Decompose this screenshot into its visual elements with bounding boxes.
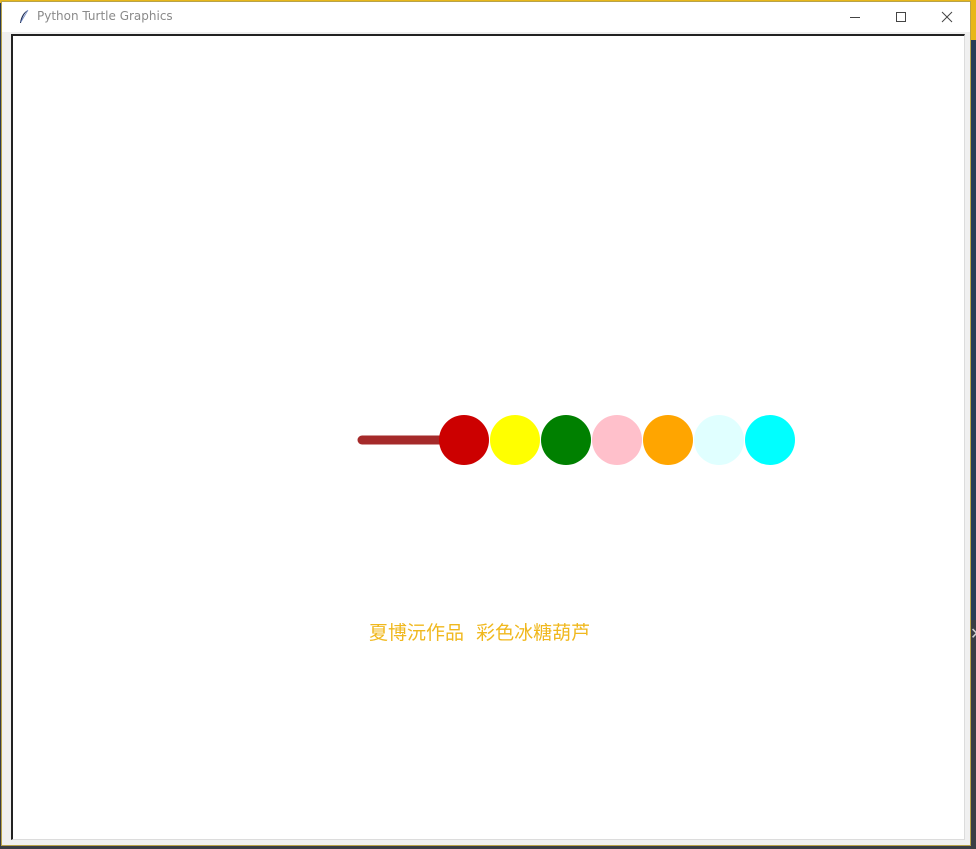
caption-text: 夏博沅作品 彩色冰糖葫芦 [369, 622, 591, 644]
close-icon [941, 11, 953, 23]
minimize-icon [850, 17, 860, 18]
ball-orange [643, 415, 693, 465]
window-title: Python Turtle Graphics [37, 9, 173, 23]
maximize-button[interactable] [878, 2, 924, 32]
ball-yellow [490, 415, 540, 465]
ball-pink [592, 415, 642, 465]
ball-green [541, 415, 591, 465]
ball-lightcyan [694, 415, 744, 465]
candied-fruit-balls [439, 415, 795, 465]
turtle-canvas[interactable]: 夏博沅作品 彩色冰糖葫芦 [11, 34, 965, 840]
title-bar[interactable]: Python Turtle Graphics [2, 2, 970, 32]
maximize-icon [896, 12, 906, 22]
ball-red [439, 415, 489, 465]
minimize-button[interactable] [832, 2, 878, 32]
drawing-surface [357, 415, 795, 465]
turtle-window: Python Turtle Graphics 夏博沅作品 彩色冰糖葫芦 [1, 1, 971, 846]
feather-icon [20, 9, 29, 23]
close-button[interactable] [924, 2, 970, 32]
ball-cyan [745, 415, 795, 465]
